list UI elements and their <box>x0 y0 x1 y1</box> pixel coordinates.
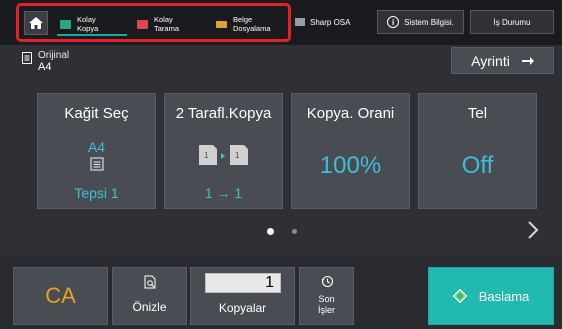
paper-tray-icon <box>89 157 104 171</box>
svg-text:1: 1 <box>235 151 240 160</box>
staple-value: Off <box>461 152 494 179</box>
paper-select-title: Kağit Seç <box>64 105 129 122</box>
original-size: A4 <box>38 61 52 73</box>
active-shortcut-indicator <box>57 34 127 36</box>
sharp-osa-button[interactable]: Sharp OSA <box>295 10 373 34</box>
folder-icon <box>216 20 227 28</box>
job-status-button[interactable]: İş Durumu <box>470 10 554 34</box>
staple-title: Tel <box>467 105 488 122</box>
duplex-copy-icon: 1 1 <box>198 145 248 165</box>
copies-panel: 1 Kopyalar <box>190 267 295 325</box>
copy-ratio-card[interactable]: Kopya. Orani 100% <box>291 93 410 209</box>
preview-label: Önizle <box>132 300 167 314</box>
copies-input[interactable]: 1 <box>205 273 281 293</box>
system-info-label: Sistem Bilgisi. <box>404 17 454 27</box>
pager-dot-active[interactable] <box>267 228 274 235</box>
detail-button[interactable]: Ayrinti <box>451 47 554 74</box>
pager-dot[interactable] <box>292 229 297 234</box>
duplex-mode-value: 1 → 1 <box>204 185 243 201</box>
info-icon: i <box>387 16 400 28</box>
history-icon <box>321 275 334 288</box>
original-info: Orijinal A4 <box>22 50 69 76</box>
original-label: Orijinal <box>38 50 70 61</box>
shortcut-easy-scan[interactable]: Kolay Tarama <box>137 9 179 39</box>
copy-home-screen: Kolay Kopya Kolay Tarama Belge Dosyalama… <box>0 0 562 329</box>
start-diamond-icon <box>452 289 467 303</box>
easy-scan-icon <box>137 19 148 29</box>
paper-select-card[interactable]: Kağit Seç A4 Tepsi 1 <box>37 93 156 209</box>
sharp-osa-label: Sharp OSA <box>310 17 351 27</box>
copy-ratio-title: Kopya. Orani <box>306 105 395 122</box>
svg-text:1: 1 <box>204 151 209 160</box>
shortcut-easy-copy-label: Kolay Kopya <box>77 15 99 33</box>
copies-label: Kopyalar <box>218 301 267 315</box>
easy-copy-icon <box>60 19 71 29</box>
duplex-copy-card[interactable]: 2 Tarafl.Kopya 1 1 1 → 1 <box>164 93 283 209</box>
arrow-right-icon <box>521 56 534 65</box>
shortcut-document-filing-label: Belge Dosyalama <box>233 15 271 33</box>
detail-label: Ayrinti <box>471 52 510 69</box>
start-button[interactable]: Baslama <box>428 267 554 325</box>
paper-tray-value: Tepsi 1 <box>74 185 119 201</box>
home-button[interactable] <box>24 11 48 35</box>
paper-size-value: A4 <box>87 139 106 155</box>
start-label: Baslama <box>478 288 530 304</box>
shortcut-document-filing[interactable]: Belge Dosyalama <box>216 9 271 39</box>
shortcut-easy-scan-label: Kolay Tarama <box>154 15 180 33</box>
top-bar: Kolay Kopya Kolay Tarama Belge Dosyalama… <box>0 0 562 45</box>
sharp-osa-icon <box>295 18 305 26</box>
chevron-right-icon[interactable] <box>527 220 539 240</box>
clear-all-label: CA <box>45 283 76 308</box>
recent-jobs-button[interactable]: Son İşler <box>299 267 354 325</box>
job-status-label: İş Durumu <box>493 17 531 27</box>
preview-button[interactable]: Önizle <box>112 267 187 325</box>
home-icon <box>29 17 43 29</box>
document-icon <box>22 52 32 64</box>
copy-ratio-value: 100% <box>319 152 382 179</box>
recent-jobs-label: Son İşler <box>317 294 335 315</box>
preview-icon <box>144 275 156 289</box>
duplex-copy-title: 2 Tarafl.Kopya <box>175 105 272 122</box>
staple-card[interactable]: Tel Off <box>418 93 537 209</box>
clear-all-button[interactable]: CA <box>13 267 108 325</box>
system-info-button[interactable]: i Sistem Bilgisi. <box>377 10 464 34</box>
